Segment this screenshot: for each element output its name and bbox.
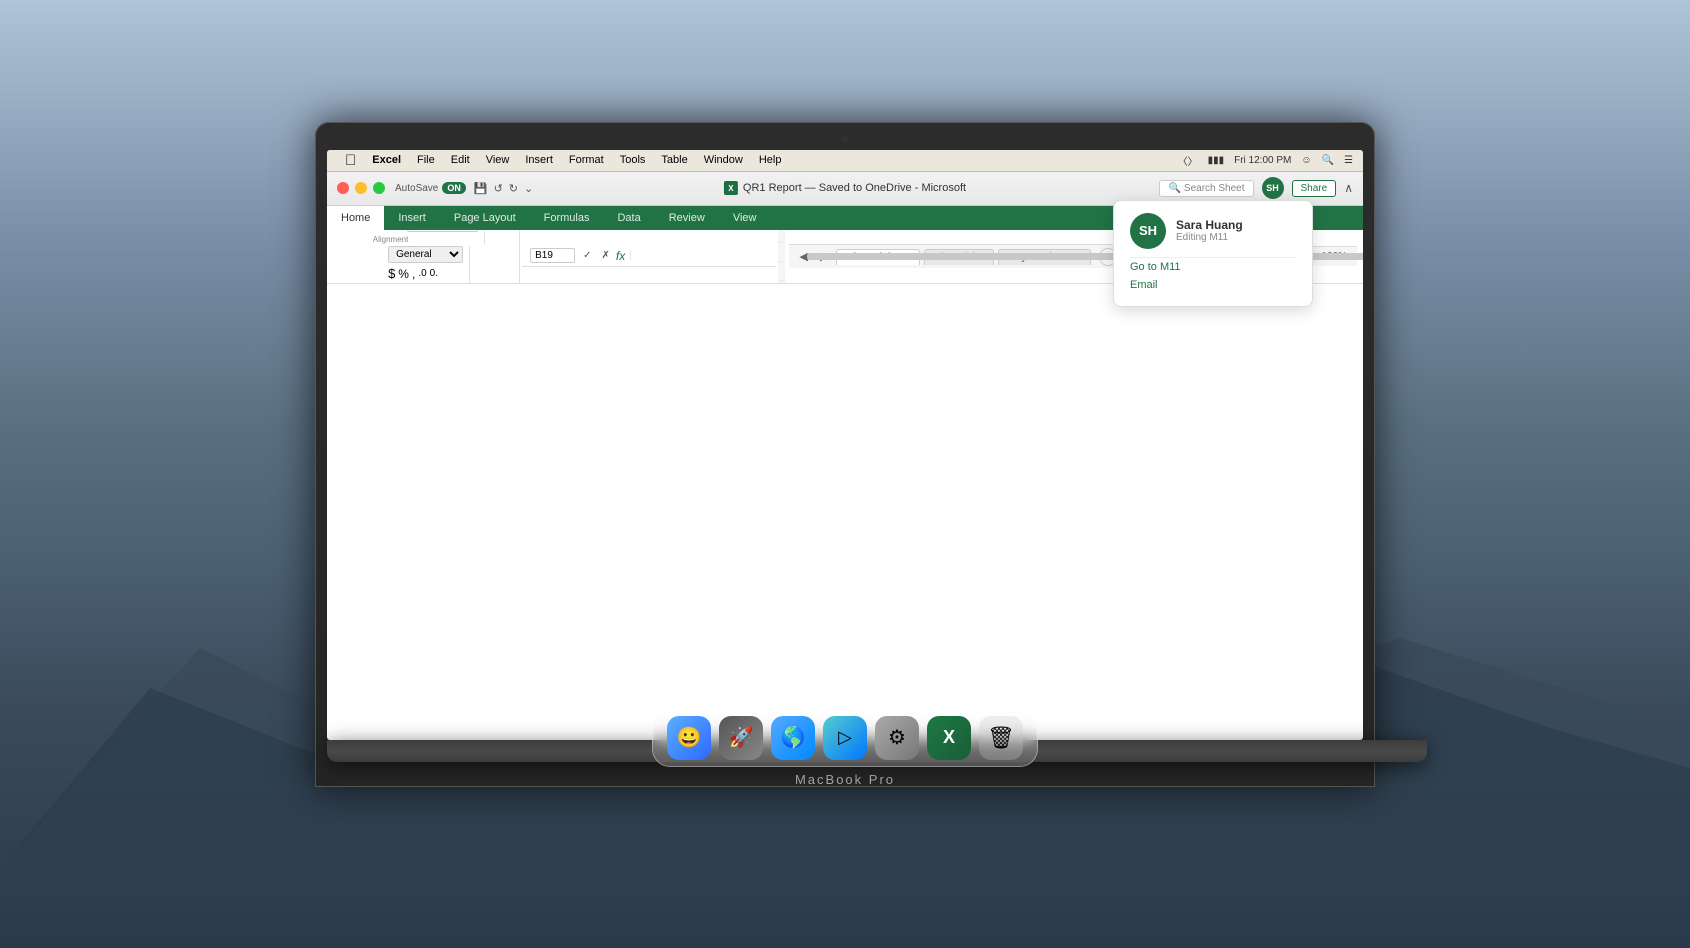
- autosave-label: AutoSave: [395, 183, 438, 194]
- tab-view[interactable]: View: [719, 206, 771, 230]
- number-format-select[interactable]: General Number Currency Percentage: [388, 246, 463, 263]
- autosave-toggle[interactable]: ON: [442, 182, 466, 194]
- menu-format[interactable]: Format: [561, 154, 612, 166]
- window-title: X QR1 Report — Saved to OneDrive - Micro…: [724, 181, 966, 195]
- currency-icon[interactable]: $: [388, 266, 395, 281]
- spreadsheet-content: A B C D E F G H I J K L: [778, 230, 785, 284]
- share-btn[interactable]: Share: [1292, 180, 1337, 197]
- tab-data[interactable]: Data: [603, 206, 654, 230]
- dock-trash[interactable]: 🗑: [979, 716, 1023, 760]
- percent-icon[interactable]: %: [398, 267, 409, 281]
- menu-window[interactable]: Window: [696, 154, 751, 166]
- dock-launchpad[interactable]: 🚀: [719, 716, 763, 760]
- autosave-group: AutoSave ON: [395, 182, 466, 194]
- excel-window: AutoSave ON 💾 ↺ ↻ ⌄ X QR1 Report — S: [327, 172, 1363, 740]
- macbook-label: MacBook Pro: [327, 772, 1363, 787]
- quick-access-toolbar: 💾 ↺ ↻ ⌄: [474, 182, 533, 195]
- goto-m11-link[interactable]: Go to M11: [1130, 257, 1296, 276]
- menu-view[interactable]: View: [478, 154, 518, 166]
- menu-insert[interactable]: Insert: [517, 154, 561, 166]
- dock-excel[interactable]: X: [927, 716, 971, 760]
- menu-table[interactable]: Table: [653, 154, 695, 166]
- titlebar-right-group: 🔍 Search Sheet SH Share ∧: [1159, 177, 1353, 199]
- sara-editing: Editing M11: [1176, 232, 1243, 243]
- undo-icon[interactable]: ↺: [494, 182, 503, 195]
- dock: 😀 🚀 🌎 ▷ ⚙ X 🗑: [652, 709, 1038, 767]
- search-icon: 🔍: [1168, 183, 1180, 194]
- home-ribbon: 📋 Paste ✂ Clipboard: [327, 230, 1363, 284]
- search-icon-menu[interactable]: 🔍: [1322, 155, 1334, 166]
- minimize-btn[interactable]: [355, 182, 367, 194]
- collapse-btn[interactable]: ∧: [1344, 181, 1353, 195]
- formula-check-icon[interactable]: ✓: [579, 250, 595, 261]
- screen:  Excel File Edit View Insert Format Too…: [327, 150, 1363, 740]
- menu-help[interactable]: Help: [751, 154, 790, 166]
- tab-insert[interactable]: Insert: [384, 206, 440, 230]
- formula-bar: ✓ ✗ fx |: [522, 245, 776, 267]
- indent-left-icon[interactable]: ⇐: [373, 230, 382, 232]
- menu-file[interactable]: File: [409, 154, 443, 166]
- tab-formulas[interactable]: Formulas: [530, 206, 604, 230]
- email-link[interactable]: Email: [1130, 276, 1296, 284]
- excel-file-icon: X: [724, 181, 738, 195]
- number-group: General Number Currency Percentage $ % ,…: [382, 246, 470, 283]
- battery-icon: ▮▮▮: [1208, 155, 1225, 166]
- dec-decrease-icon[interactable]: 0.: [430, 268, 438, 279]
- tab-page-layout[interactable]: Page Layout: [440, 206, 530, 230]
- dock-settings[interactable]: ⚙: [875, 716, 919, 760]
- user-avatar-titlebar[interactable]: SH: [1262, 177, 1284, 199]
- alignment-group: ⇤ ⇥ ⇦ | Wrap Text ⇐ ⇒ | Merge & Center: [367, 230, 486, 245]
- clock-display: Fri 12:00 PM: [1234, 155, 1291, 166]
- dec-increase-icon[interactable]: .0: [418, 268, 426, 279]
- formula-fx-icon[interactable]: fx: [616, 249, 625, 263]
- cell-ref-input[interactable]: [530, 248, 575, 263]
- wifi-icon: 〈〉: [1178, 153, 1198, 168]
- laptop-screen-bezel:  Excel File Edit View Insert Format Too…: [315, 122, 1375, 787]
- sara-avatar: SH: [1130, 230, 1166, 249]
- menu-tools[interactable]: Tools: [612, 154, 654, 166]
- macos-menubar:  Excel File Edit View Insert Format Too…: [327, 150, 1363, 172]
- tab-review[interactable]: Review: [655, 206, 719, 230]
- clipboard-group: 📋 Paste ✂ Clipboard: [333, 230, 520, 283]
- formula-cancel-icon[interactable]: ✗: [600, 250, 612, 261]
- close-btn[interactable]: [337, 182, 349, 194]
- dock-safari[interactable]: 🌎: [771, 716, 815, 760]
- camera: [842, 136, 848, 142]
- laptop:  Excel File Edit View Insert Format Too…: [315, 122, 1375, 787]
- menu-edit[interactable]: Edit: [443, 154, 478, 166]
- apple-menu[interactable]: : [337, 152, 364, 169]
- more-icon[interactable]: ⌄: [524, 182, 533, 195]
- maximize-btn[interactable]: [373, 182, 385, 194]
- formula-input[interactable]: [636, 250, 768, 261]
- indent-right-icon[interactable]: ⇒: [385, 230, 394, 232]
- row-numbers-col: 1 2 3 4 5 6 7 8 9 10 11: [778, 230, 785, 284]
- user-tooltip: SH Sara Huang Editing M11 Go to M11 Emai…: [1113, 230, 1313, 284]
- merge-center-btn[interactable]: Merge & Center: [407, 230, 479, 233]
- search-sheet-box[interactable]: 🔍 Search Sheet: [1159, 180, 1253, 197]
- save-icon[interactable]: 💾: [474, 182, 488, 195]
- traffic-lights: [337, 182, 385, 194]
- control-center-icon[interactable]: ☰: [1344, 155, 1353, 166]
- user-menu-icon[interactable]: ☺: [1301, 155, 1311, 166]
- dock-finder[interactable]: 😀: [667, 716, 711, 760]
- dock-appstore[interactable]: ▷: [823, 716, 867, 760]
- comma-icon[interactable]: ,: [412, 267, 415, 281]
- redo-icon[interactable]: ↻: [509, 182, 518, 195]
- tab-home[interactable]: Home: [327, 206, 384, 230]
- menu-excel[interactable]: Excel: [364, 154, 409, 166]
